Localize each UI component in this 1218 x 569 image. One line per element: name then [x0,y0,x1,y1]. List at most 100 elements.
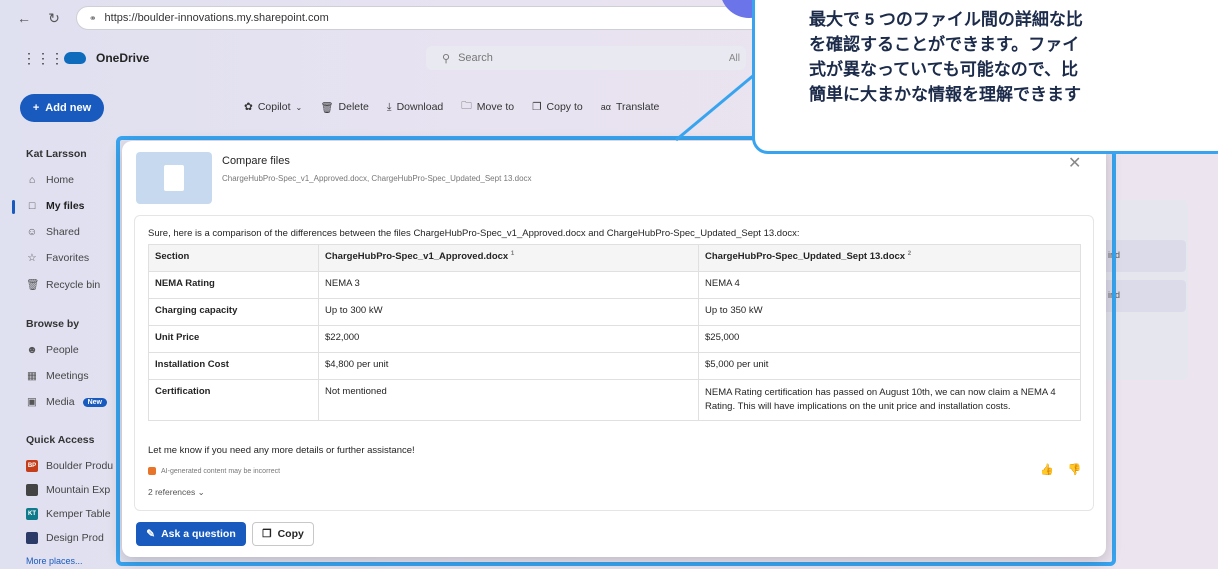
address-bar[interactable]: ⚭ https://boulder-innovations.my.sharepo… [76,6,836,30]
sidebar-item-label: Favorites [46,252,90,264]
sidebar-item-favorites[interactable]: ☆ Favorites [26,252,89,264]
folder-icon: □ [28,200,36,212]
sidebar-item-my-files[interactable]: □ My files [26,200,85,212]
thumbs-up-icon[interactable]: 👍 [1040,463,1054,476]
toolbar-label: Translate [615,101,660,113]
quick-item-label: Kemper Table [46,508,111,520]
delete-button[interactable]: 🗑 Delete [320,101,369,114]
add-new-button[interactable]: + Add new [20,94,104,122]
download-icon: ⤓ [386,100,392,113]
back-arrow-icon[interactable]: ← [16,10,32,26]
calendar-icon: ▦ [27,370,37,382]
copy-to-button[interactable]: ❐ Copy to [532,101,583,113]
references-toggle[interactable]: 2 references ⌄ [148,487,205,498]
callout-line: 式が異なっていても可能なので、比 [809,60,1079,79]
add-new-label: Add new [45,102,92,114]
reference-marker[interactable]: 2 [908,251,911,257]
table-cell: Not mentioned [318,379,699,421]
toolbar-label: Delete [338,101,369,113]
site-logo-icon [26,484,38,496]
sidebar-item-label: People [46,344,79,356]
column-header-text: ChargeHubPro-Spec_Updated_Sept 13.docx [705,251,906,263]
column-header-text: ChargeHubPro-Spec_v1_Approved.docx [325,251,509,263]
dialog-subtitle: ChargeHubPro-Spec_v1_Approved.docx, Char… [222,174,532,183]
table-cell: Charging capacity [148,298,319,326]
thumbs-down-icon[interactable]: 👎 [1068,463,1082,476]
table-row: Certification Not mentioned NEMA Rating … [148,379,1081,421]
trash-icon: 🗑 [320,101,334,114]
download-button[interactable]: ⤓ Download [387,101,443,114]
copy-button[interactable]: ❐ Copy [252,522,314,546]
ask-question-button[interactable]: ✎ Ask a question [136,522,246,546]
table-cell: $4,800 per unit [318,352,699,380]
column-header: Section [148,244,319,272]
sidebar-item-recycle-bin[interactable]: 🗑 Recycle bin [26,278,101,292]
ai-disclaimer: AI-generated content may be incorrect [148,467,280,475]
more-places-link[interactable]: More places... [26,556,83,566]
sidebar-item-shared[interactable]: ☺ Shared [26,226,80,238]
trash-icon: 🗑 [26,279,40,291]
table-row: Installation Cost $4,800 per unit $5,000… [148,352,1081,380]
people-icon: ☺ [26,226,38,238]
copilot-icon: ✿ [244,101,253,113]
sidebar-item-home[interactable]: ⌂ Home [26,174,74,186]
search-placeholder: Search [458,52,493,64]
sidebar-item-label: Recycle bin [46,278,101,291]
sidebar-item-label: Home [46,174,75,186]
quick-item-label: Design Prod [46,532,104,544]
quick-item-kemper[interactable]: KT Kemper Table [26,508,111,520]
plus-icon: + [32,102,40,114]
chevron-down-icon: ⌄ [295,102,303,112]
ai-disclaimer-text: AI-generated content may be incorrect [161,467,281,475]
table-cell: Certification [148,379,319,421]
quick-item-boulder[interactable]: BP Boulder Produ [26,460,113,472]
copy-icon: ❐ [532,101,542,113]
toolbar-label: Copy to [546,101,583,113]
table-cell: NEMA Rating [148,271,319,299]
app-title: OneDrive [96,51,150,65]
home-icon: ⌂ [28,174,36,186]
toolbar-label: Copilot [257,101,291,113]
search-input[interactable]: ⚲ Search All [426,46,746,70]
toolbar-label: Download [396,101,444,113]
browse-by-heading: Browse by [26,318,80,330]
response-outro: Let me know if you need any more details… [148,445,415,456]
close-icon[interactable]: ✕ [1068,153,1081,173]
table-cell: Unit Price [148,325,319,353]
app-launcher-icon[interactable]: ⋮⋮⋮ [22,50,64,67]
quick-item-mountain[interactable]: Mountain Exp [26,484,110,496]
sidebar-item-people[interactable]: ☻ People [26,344,79,356]
table-header-row: Section ChargeHubPro-Spec_v1_Approved.do… [148,244,1081,272]
image-icon: ▣ [27,396,37,408]
table-cell: Up to 300 kW [318,298,699,326]
command-bar: ✿ Copilot ⌄ 🗑 Delete ⤓ Download 🗀 Move to ❐ Co… [244,98,659,116]
site-logo-icon [26,532,38,544]
move-to-button[interactable]: 🗀 Move to [461,98,514,116]
sidebar-item-media[interactable]: ▣ Media New [26,396,108,408]
sidebar-item-meetings[interactable]: ▦ Meetings [26,370,89,382]
translate-button[interactable]: aα Translate [601,101,660,113]
sidebar-item-label: Meetings [46,370,89,382]
callout-line: を確認することができます。ファイ [809,35,1080,54]
table-cell: NEMA Rating certification has passed on … [698,379,1081,421]
translate-icon: aα [600,102,611,112]
search-icon: ⚲ [442,52,451,65]
dialog-title: Compare files [222,155,290,167]
document-icon [164,165,184,191]
table-cell: Up to 350 kW [698,298,1081,326]
column-header: ChargeHubPro-Spec_Updated_Sept 13.docx 2 [698,244,1081,272]
refresh-icon[interactable]: ↻ [46,10,62,27]
reference-marker[interactable]: 1 [511,251,514,257]
site-logo-icon: BP [26,460,38,472]
quick-item-design[interactable]: Design Prod [26,532,104,544]
sidebar-item-label: Shared [46,226,80,238]
copilot-button[interactable]: ✿ Copilot ⌄ [244,101,302,113]
table-cell: $25,000 [698,325,1081,353]
quick-item-label: Mountain Exp [46,484,111,496]
user-name: Kat Larsson [26,148,87,160]
sidebar-item-label: Media [46,396,75,408]
table-row: Unit Price $22,000 $25,000 [148,325,1081,353]
response-intro: Sure, here is a comparison of the differ… [148,228,800,239]
callout-box: 最大で 5 つのファイル間の詳細な比 を確認することができます。ファイ 式が異な… [752,0,1218,154]
copy-icon: ❐ [262,528,272,540]
